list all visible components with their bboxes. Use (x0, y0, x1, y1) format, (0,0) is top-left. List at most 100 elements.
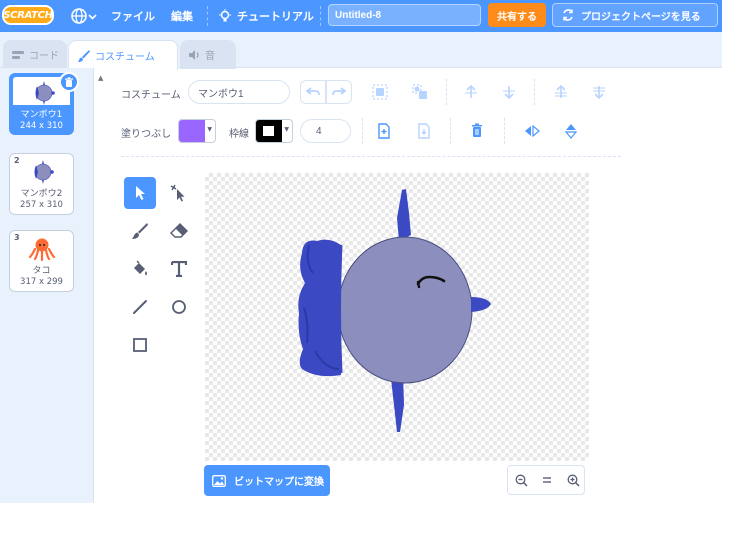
text-tool[interactable] (163, 253, 195, 285)
outline-color-picker[interactable]: ▼ (255, 119, 293, 143)
costume-size: 257 x 310 (20, 200, 63, 210)
tab-sounds-label: 音 (205, 51, 215, 62)
costume-name-input[interactable] (188, 80, 290, 104)
sunfish-drawing (298, 189, 491, 432)
fill-label: 塗りつぶし (121, 129, 172, 140)
send-to-back-icon (593, 86, 605, 100)
select-tool[interactable] (124, 177, 156, 209)
tab-code-label: コード (29, 51, 59, 62)
image-icon (212, 474, 226, 487)
delete-costume-button[interactable] (59, 72, 79, 92)
equals-icon (543, 477, 551, 483)
caret-down-icon: ▼ (284, 126, 289, 133)
toolbar-divider (450, 118, 451, 144)
line-icon (133, 300, 147, 314)
refresh-icon (563, 9, 573, 21)
redo-icon (332, 87, 346, 96)
flip-horizontal-icon (525, 124, 540, 138)
circle-icon (172, 300, 186, 314)
chevron-down-icon (88, 13, 97, 20)
copy-icon (378, 123, 390, 139)
toolbar-divider-line (121, 156, 621, 157)
language-menu[interactable] (70, 0, 97, 32)
zoom-in-button[interactable] (560, 466, 586, 494)
sunfish-thumbnail (35, 81, 55, 105)
paste-icon (418, 123, 430, 139)
trash-icon (472, 123, 482, 137)
text-icon (171, 261, 187, 277)
tab-code[interactable]: コード (3, 40, 67, 69)
undo-icon (306, 87, 320, 96)
costume-number: 3 (14, 233, 20, 242)
front-button[interactable] (550, 81, 572, 103)
costume-name: タコ (32, 266, 51, 276)
backward-button[interactable] (498, 81, 520, 103)
zoom-out-button[interactable] (508, 466, 534, 494)
toolbar-divider (504, 118, 505, 144)
fill-color-picker[interactable]: ▼ (178, 119, 216, 143)
costume-size: 317 x 299 (20, 277, 63, 287)
octopus-thumbnail (28, 238, 56, 261)
cursor-arrow-icon (136, 186, 145, 200)
edit-menu[interactable]: 編集 (171, 0, 193, 32)
costume-name: マンボウ2 (20, 189, 63, 199)
outline-width-input[interactable] (300, 119, 351, 143)
trash-icon (65, 76, 73, 87)
ungroup-button[interactable] (409, 81, 431, 103)
costume-list-scrollbar[interactable]: ▲ (94, 68, 110, 503)
circle-tool[interactable] (163, 291, 195, 323)
undo-button[interactable] (300, 80, 326, 104)
paint-bucket-icon (134, 260, 147, 276)
share-button[interactable]: 共有する (488, 3, 546, 27)
eraser-tool[interactable] (163, 215, 195, 247)
costume-tile-3[interactable]: 3 タコ 317 x 299 (9, 230, 74, 292)
rectangle-tool[interactable] (124, 329, 156, 361)
zoom-reset-button[interactable] (534, 466, 560, 494)
tutorials-menu[interactable]: チュートリアル (218, 0, 314, 32)
reshape-tool[interactable] (163, 177, 195, 209)
back-button[interactable] (588, 81, 610, 103)
redo-button[interactable] (326, 80, 352, 104)
ungroup-icon (412, 84, 427, 99)
copy-button[interactable] (373, 120, 395, 142)
editor-tabs: コード コスチューム 音 (0, 32, 722, 70)
zoom-in-icon (567, 474, 580, 487)
paste-button[interactable] (413, 120, 435, 142)
tab-costumes[interactable]: コスチューム (68, 40, 178, 70)
flip-vertical-button[interactable] (560, 120, 582, 142)
costume-tile-2[interactable]: 2 マンボウ2 257 x 310 (9, 153, 74, 215)
toolbar-divider (534, 79, 535, 105)
project-title-input[interactable] (328, 4, 481, 26)
forward-button[interactable] (460, 81, 482, 103)
file-menu[interactable]: ファイル (111, 0, 155, 32)
rectangle-icon (133, 338, 147, 352)
globe-icon (71, 8, 87, 24)
sunfish-thumbnail (34, 160, 54, 184)
scroll-up-arrow-icon[interactable]: ▲ (98, 74, 103, 82)
delete-button[interactable] (466, 120, 488, 142)
tab-sounds[interactable]: 音 (180, 40, 236, 69)
brush-tool[interactable] (124, 215, 156, 247)
tab-costumes-label: コスチューム (95, 52, 155, 63)
line-tool[interactable] (124, 291, 156, 323)
costume-name: マンボウ1 (20, 110, 63, 120)
reshape-icon (170, 184, 185, 202)
costume-name-label: コスチューム (121, 90, 181, 101)
toolbar-divider (362, 118, 363, 144)
fill-tool[interactable] (124, 253, 156, 285)
code-icon (12, 50, 24, 59)
caret-down-icon: ▼ (207, 126, 212, 133)
menu-bar: SCRATCH ファイル 編集 チュートリアル 共有する プロジェクトページを見… (0, 0, 722, 32)
scratch-logo[interactable]: SCRATCH (2, 5, 54, 25)
see-project-page-button[interactable]: プロジェクトページを見る (552, 3, 718, 27)
convert-to-bitmap-button[interactable]: ビットマップに変換 (204, 465, 330, 496)
group-button[interactable] (369, 81, 391, 103)
tutorials-label: チュートリアル (237, 10, 314, 23)
zoom-controls (507, 465, 585, 495)
menu-divider (320, 6, 321, 26)
paint-canvas[interactable] (205, 173, 589, 461)
flip-vertical-icon (564, 124, 578, 139)
costume-list: 1 マンボウ1 244 x 310 2 マンボウ2 257 x 310 3 タコ… (0, 68, 94, 503)
zoom-out-icon (515, 474, 528, 487)
flip-horizontal-button[interactable] (521, 120, 543, 142)
